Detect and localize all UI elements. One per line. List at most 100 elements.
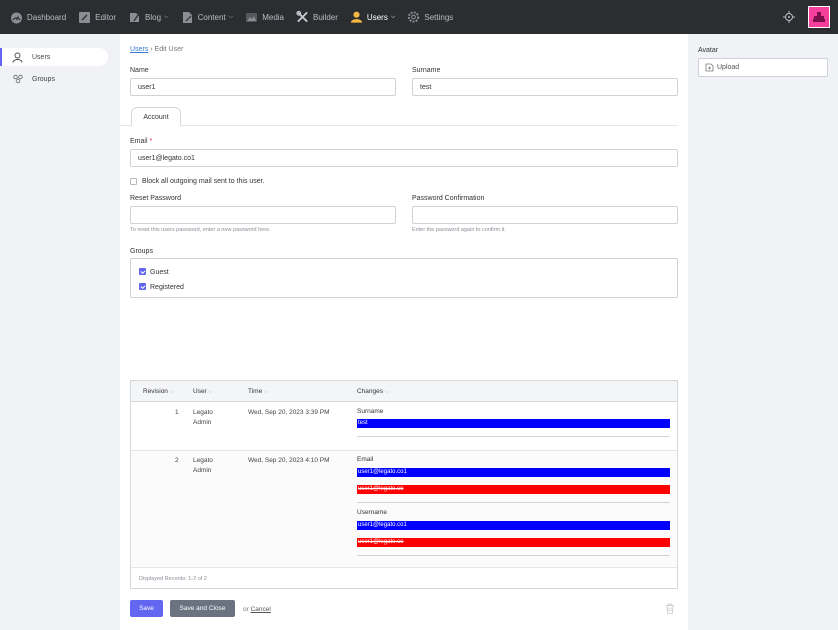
cancel-link[interactable]: Cancel (251, 606, 271, 613)
chevron-down-icon: ⌵ (164, 13, 169, 20)
change-divider (357, 555, 670, 556)
users-icon (350, 11, 363, 24)
block-mail-label: Block all outgoing mail sent to this use… (142, 178, 265, 185)
sidebar-item-users[interactable]: Users (0, 48, 108, 66)
upload-button[interactable]: Upload (698, 58, 828, 77)
nav-editor[interactable]: Editor (72, 0, 122, 34)
account-avatar[interactable] (808, 6, 830, 28)
col-revision[interactable]: Revision ⌵ (143, 388, 174, 395)
row1-change-field: Surname (357, 408, 384, 415)
revision-table: Revision ⌵ User ⌵ Time ⌵ Changes ⌵ 1 Legato … (130, 380, 678, 589)
row2-change-field-username: Username (357, 509, 387, 516)
or-text: or (243, 606, 249, 613)
nav-content-label: Content (197, 12, 226, 22)
builder-icon (296, 10, 309, 24)
dashboard-icon (10, 11, 23, 24)
row1-user-first: Legato (193, 409, 213, 416)
nav-blog[interactable]: Blog ⌵ (122, 0, 175, 34)
row2-username-old-value: user1@legato.co (357, 538, 670, 547)
nav-dashboard[interactable]: Dashboard (4, 0, 72, 34)
nav-settings-label: Settings (424, 12, 454, 22)
revision-table-header: Revision ⌵ User ⌵ Time ⌵ Changes ⌵ (131, 381, 677, 402)
chevron-down-icon: ⌵ (228, 13, 234, 20)
email-label-text: Email (130, 138, 148, 145)
row2-email-new-value: user1@legato.co1 (357, 468, 670, 477)
nav-settings[interactable]: Settings (401, 0, 459, 34)
sidebar-item-groups[interactable]: Groups (2, 70, 108, 88)
reset-password-field[interactable] (130, 206, 396, 224)
breadcrumb-separator: › (150, 46, 153, 53)
change-divider (357, 436, 670, 437)
row1-time: Wed, Sep 20, 2023 3:39 PM (248, 409, 330, 416)
group-guest-checkbox[interactable] (139, 268, 146, 275)
nav-users-label: Users (366, 12, 388, 22)
save-button[interactable]: Save (130, 600, 163, 617)
reset-password-hint: To reset this users password, enter a ne… (130, 227, 271, 233)
main-content: Users › Edit User Name user1 Surname tes… (120, 34, 688, 630)
col-time[interactable]: Time ⌵ (248, 388, 268, 395)
breadcrumb: Users › Edit User (130, 46, 183, 53)
password-confirm-label: Password Confirmation (412, 195, 485, 202)
group-registered-checkbox[interactable] (139, 283, 146, 290)
row2-user-first: Legato (193, 457, 213, 464)
email-field[interactable]: user1@legato.co1 (130, 149, 678, 167)
col-changes[interactable]: Changes ⌵ (357, 388, 389, 395)
groups-icon (12, 73, 24, 85)
reset-password-label: Reset Password (130, 195, 181, 202)
displayed-records: Displayed Records: 1-2 of 2 (139, 576, 207, 582)
sort-icon: ⌵ (208, 389, 213, 395)
cancel-group: or Cancel (243, 606, 271, 613)
name-field[interactable]: user1 (130, 78, 396, 96)
sort-icon: ⌵ (385, 389, 389, 395)
row2-revision: 2 (175, 457, 179, 464)
surname-label: Surname (412, 67, 441, 74)
row1-user-last: Admin (193, 419, 212, 426)
revision-table-footer: Displayed Records: 1-2 of 2 (131, 567, 677, 589)
save-and-close-button[interactable]: Save and Close (170, 600, 235, 617)
col-user[interactable]: User ⌵ (193, 388, 213, 395)
nav-media[interactable]: Media (239, 0, 290, 34)
required-marker: * (149, 138, 153, 145)
breadcrumb-users-link[interactable]: Users (130, 46, 148, 53)
right-panel: Avatar Upload (688, 34, 838, 630)
groups-label: Groups (130, 248, 153, 255)
surname-field[interactable]: test (412, 78, 678, 96)
row2-email-old-value: user1@legato.co (357, 485, 670, 494)
user-icon (12, 51, 24, 63)
groups-box: Guest Registered (130, 258, 678, 298)
password-confirm-field[interactable] (412, 206, 678, 224)
trash-icon[interactable] (665, 603, 675, 614)
row2-time: Wed, Sep 20, 2023 4:10 PM (248, 457, 330, 464)
password-confirm-hint: Enter the password again to confirm it. (412, 227, 506, 233)
settings-icon (407, 11, 420, 24)
editor-icon (78, 11, 91, 24)
chevron-down-icon: ⌵ (390, 13, 396, 20)
target-icon[interactable] (782, 10, 796, 24)
nav-editor-label: Editor (95, 12, 117, 22)
sort-icon: ⌵ (169, 389, 174, 395)
upload-label: Upload (717, 64, 740, 71)
block-mail-checkbox[interactable] (130, 178, 137, 185)
sidebar-item-label: Users (32, 53, 51, 61)
nav-builder[interactable]: Builder (290, 0, 344, 34)
row2-username-new-value: user1@legato.co1 (357, 521, 670, 530)
nav-dashboard-label: Dashboard (27, 12, 67, 22)
top-navigation: Dashboard Editor Blog ⌵ Content ⌵ Media … (0, 0, 838, 34)
col-time-label: Time (248, 388, 263, 395)
upload-icon (705, 63, 714, 72)
col-changes-label: Changes (357, 388, 384, 395)
sidebar-item-label: Groups (32, 75, 55, 83)
email-label: Email * (130, 138, 152, 145)
nav-users[interactable]: Users ⌵ (344, 0, 401, 34)
media-icon (245, 11, 258, 24)
group-registered-label: Registered (150, 284, 184, 291)
sort-icon: ⌵ (264, 389, 268, 395)
avatar-label: Avatar (698, 47, 719, 54)
group-guest-label: Guest (150, 269, 169, 276)
name-label: Name (130, 67, 149, 74)
row1-revision: 1 (175, 409, 179, 416)
col-user-label: User (193, 388, 207, 395)
nav-blog-label: Blog (145, 12, 162, 22)
tab-account[interactable]: Account (131, 107, 181, 126)
nav-content[interactable]: Content ⌵ (175, 0, 240, 34)
